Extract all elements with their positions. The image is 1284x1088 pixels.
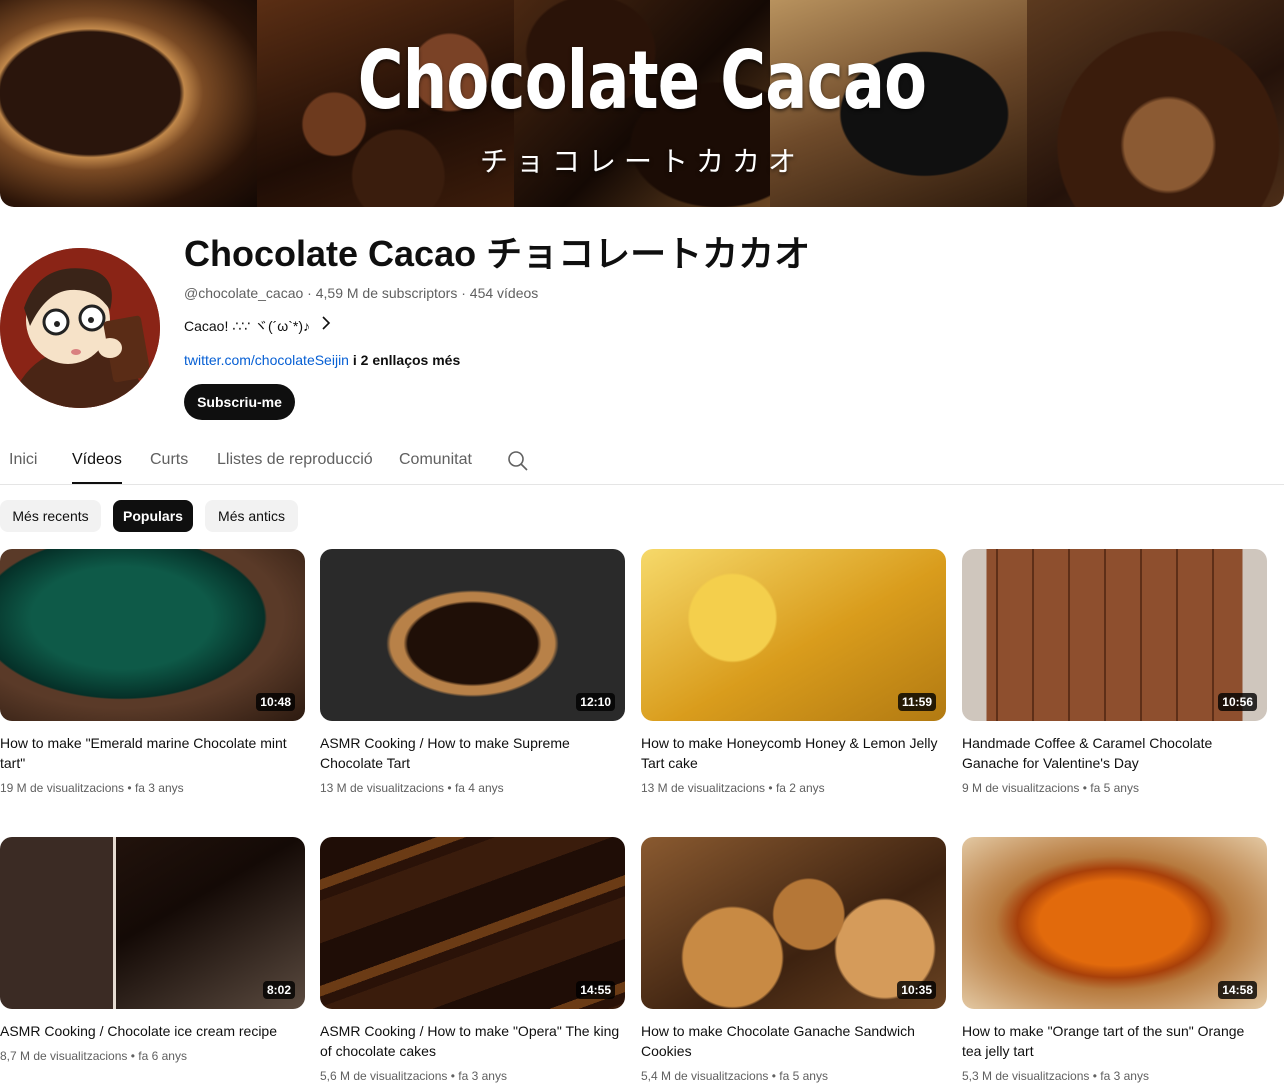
video-meta: 5,6 M de visualitzacions • fa 3 anys — [320, 1069, 507, 1083]
video-title[interactable]: ASMR Cooking / How to make Supreme Choco… — [320, 733, 625, 773]
avatar-illustration — [0, 248, 160, 408]
video-thumbnail[interactable]: 8:02 — [0, 837, 305, 1009]
video-views: 9 M de visualitzacions — [962, 781, 1080, 795]
video-age: fa 3 anys — [1100, 1069, 1149, 1083]
video-title[interactable]: How to make Chocolate Ganache Sandwich C… — [641, 1021, 946, 1061]
banner-subtitle: チョコレートカカオ — [479, 146, 804, 177]
channel-name: Chocolate Cacao チョコレートカカオ — [184, 233, 811, 274]
video-card[interactable]: 8:02 ASMR Cooking / Chocolate ice cream … — [0, 837, 305, 1065]
video-card[interactable]: 14:58 How to make "Orange tart of the su… — [962, 837, 1267, 1085]
video-thumbnail[interactable]: 10:48 — [0, 549, 305, 721]
video-duration: 12:10 — [576, 693, 615, 711]
video-card[interactable]: 14:55 ASMR Cooking / How to make "Opera"… — [320, 837, 625, 1085]
video-duration: 11:59 — [897, 693, 936, 711]
video-thumbnail[interactable]: 12:10 — [320, 549, 625, 721]
video-card[interactable]: 10:35 How to make Chocolate Ganache Sand… — [641, 837, 946, 1085]
video-duration: 10:48 — [256, 693, 295, 711]
video-duration: 10:35 — [897, 981, 936, 999]
video-views: 19 M de visualitzacions — [0, 781, 125, 795]
video-views: 13 M de visualitzacions — [641, 781, 766, 795]
video-age: fa 4 anys — [454, 781, 504, 795]
video-age: fa 6 anys — [138, 1049, 187, 1063]
more-links-button[interactable]: i 2 enllaços més — [349, 352, 460, 368]
video-title[interactable]: Handmade Coffee & Caramel Chocolate Gana… — [962, 733, 1267, 773]
video-meta: 8,7 M de visualitzacions • fa 6 anys — [0, 1049, 187, 1063]
video-thumbnail[interactable]: 14:58 — [962, 837, 1267, 1009]
video-age: fa 2 anys — [775, 781, 825, 795]
channel-description-text: Cacao! ∴∵ ヾ(´ω`*)♪ — [184, 317, 310, 334]
tab-home[interactable]: Inici — [9, 440, 37, 484]
video-thumbnail[interactable]: 10:35 — [641, 837, 946, 1009]
tab-shorts[interactable]: Curts — [150, 440, 188, 484]
video-title[interactable]: How to make "Emerald marine Chocolate mi… — [0, 733, 305, 773]
search-icon[interactable] — [506, 449, 530, 473]
video-age: fa 3 anys — [458, 1069, 507, 1083]
channel-links: twitter.com/chocolateSeijin i 2 enllaços… — [184, 351, 460, 369]
video-meta: 13 M de visualitzacions • fa 2 anys — [641, 781, 825, 795]
chip-popular[interactable]: Populars — [113, 500, 193, 532]
video-thumbnail[interactable]: 14:55 — [320, 837, 625, 1009]
video-title[interactable]: How to make "Orange tart of the sun" Ora… — [962, 1021, 1267, 1061]
video-card[interactable]: 10:48 How to make "Emerald marine Chocol… — [0, 549, 305, 797]
tab-videos[interactable]: Vídeos — [72, 440, 122, 484]
video-meta: 9 M de visualitzacions • fa 5 anys — [962, 781, 1139, 795]
tab-community[interactable]: Comunitat — [399, 440, 472, 484]
video-views: 8,7 M de visualitzacions — [0, 1049, 128, 1063]
video-title[interactable]: ASMR Cooking / How to make "Opera" The k… — [320, 1021, 625, 1061]
twitter-link[interactable]: twitter.com/chocolateSeijin — [184, 352, 349, 368]
subscribe-button[interactable]: Subscriu-me — [184, 384, 295, 420]
video-duration: 14:55 — [576, 981, 615, 999]
video-views: 5,4 M de visualitzacions — [641, 1069, 769, 1083]
video-age: fa 5 anys — [779, 1069, 828, 1083]
video-meta: 13 M de visualitzacions • fa 4 anys — [320, 781, 504, 795]
video-card[interactable]: 11:59 How to make Honeycomb Honey & Lemo… — [641, 549, 946, 797]
channel-tabs: Inici Vídeos Curts Llistes de reproducci… — [0, 440, 1284, 485]
video-meta: 5,3 M de visualitzacions • fa 3 anys — [962, 1069, 1149, 1083]
video-duration: 8:02 — [262, 981, 295, 999]
tab-playlists[interactable]: Llistes de reproducció — [217, 440, 373, 484]
video-views: 5,6 M de visualitzacions — [320, 1069, 448, 1083]
channel-banner: Chocolate Cacao チョコレートカカオ — [0, 0, 1284, 207]
video-views: 13 M de visualitzacions — [320, 781, 445, 795]
video-age: fa 3 anys — [134, 781, 184, 795]
channel-avatar[interactable] — [0, 248, 160, 408]
chip-latest[interactable]: Més recents — [0, 500, 101, 532]
video-meta: 19 M de visualitzacions • fa 3 anys — [0, 781, 184, 795]
video-meta: 5,4 M de visualitzacions • fa 5 anys — [641, 1069, 828, 1083]
video-thumbnail[interactable]: 10:56 — [962, 549, 1267, 721]
channel-description[interactable]: Cacao! ∴∵ ヾ(´ω`*)♪ — [184, 316, 332, 335]
channel-meta: @chocolate_cacao · 4,59 M de subscriptor… — [184, 285, 539, 301]
chip-oldest[interactable]: Més antics — [205, 500, 298, 532]
video-age: fa 5 anys — [1090, 781, 1139, 795]
video-card[interactable]: 12:10 ASMR Cooking / How to make Supreme… — [320, 549, 625, 797]
video-title[interactable]: How to make Honeycomb Honey & Lemon Jell… — [641, 733, 946, 773]
banner-title: Chocolate Cacao — [357, 34, 927, 127]
video-thumbnail[interactable]: 11:59 — [641, 549, 946, 721]
video-duration: 10:56 — [1218, 693, 1257, 711]
chevron-right-icon — [320, 316, 332, 335]
video-duration: 14:58 — [1218, 981, 1257, 999]
video-views: 5,3 M de visualitzacions — [962, 1069, 1090, 1083]
video-card[interactable]: 10:56 Handmade Coffee & Caramel Chocolat… — [962, 549, 1267, 797]
video-title[interactable]: ASMR Cooking / Chocolate ice cream recip… — [0, 1021, 305, 1041]
